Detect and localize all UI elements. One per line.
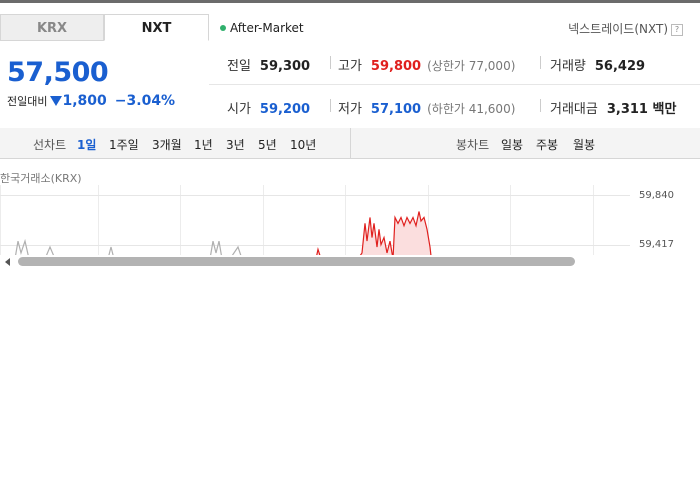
stat-amount: 거래대금 3,311 백만 bbox=[550, 98, 676, 117]
change-percent: −3.04% bbox=[114, 93, 176, 109]
candle-chart-label: 봉차트 bbox=[456, 138, 490, 152]
y-tick-label: 59,840 bbox=[639, 190, 674, 201]
tab-krx[interactable]: KRX bbox=[0, 14, 104, 41]
period-3y[interactable]: 3년 bbox=[226, 136, 245, 153]
chart-source-label: 한국거래소(KRX) bbox=[0, 172, 82, 185]
period-3m[interactable]: 3개월 bbox=[152, 136, 182, 153]
price-chart[interactable] bbox=[0, 185, 700, 255]
session-label: After-Market bbox=[230, 21, 304, 35]
stat-label: 시가 bbox=[227, 102, 251, 117]
stat-value: 59,800 bbox=[370, 59, 422, 74]
change-label: 전일대비 bbox=[7, 95, 48, 108]
lower-limit: (하한가 41,600) bbox=[427, 102, 516, 116]
period-1y[interactable]: 1년 bbox=[194, 136, 213, 153]
market-tabs: KRX NXT bbox=[0, 14, 209, 42]
stat-volume: 거래량 56,429 bbox=[550, 55, 645, 74]
current-price: 57,500 bbox=[7, 57, 109, 88]
divider bbox=[540, 99, 541, 112]
scroll-left-icon[interactable] bbox=[5, 258, 10, 266]
stat-open: 시가 59,200 bbox=[227, 98, 310, 117]
session-status: After-Market bbox=[220, 21, 304, 35]
price-change: 전일대비 1,800 −3.04% bbox=[7, 93, 175, 109]
help-icon[interactable]: ? bbox=[671, 24, 683, 36]
down-arrow-icon bbox=[50, 96, 63, 106]
upper-limit: (상한가 77,000) bbox=[427, 59, 516, 73]
period-5y[interactable]: 5년 bbox=[258, 136, 277, 153]
line-chart-label: 선차트 bbox=[33, 138, 67, 152]
period-10y[interactable]: 10년 bbox=[290, 136, 316, 153]
toolbar-divider bbox=[350, 128, 351, 158]
stat-value: 57,100 bbox=[370, 102, 422, 117]
chart-toolbar: 선차트 1일 1주일 3개월 1년 3년 5년 10년 봉차트 일봉 주봉 월봉 bbox=[0, 128, 700, 159]
divider bbox=[330, 56, 331, 69]
stats-divider bbox=[209, 84, 700, 85]
change-amount: 1,800 bbox=[62, 93, 107, 109]
stat-value: 56,429 bbox=[594, 59, 646, 74]
series-area bbox=[316, 211, 432, 255]
stat-label: 전일 bbox=[227, 59, 251, 74]
stat-high: 고가 59,800 (상한가 77,000) bbox=[338, 55, 515, 74]
y-tick-label: 59,417 bbox=[639, 239, 674, 250]
period-1d[interactable]: 1일 bbox=[77, 136, 96, 153]
stat-value: 59,200 bbox=[259, 102, 311, 117]
candle-monthly[interactable]: 월봉 bbox=[573, 136, 595, 153]
scrollbar-thumb[interactable] bbox=[18, 257, 575, 266]
divider bbox=[540, 56, 541, 69]
candle-daily[interactable]: 일봉 bbox=[501, 136, 523, 153]
top-border bbox=[0, 0, 700, 3]
divider bbox=[330, 99, 331, 112]
stat-label: 거래대금 bbox=[550, 102, 598, 117]
stat-value: 59,300 bbox=[259, 59, 311, 74]
stat-prev-close: 전일 59,300 bbox=[227, 55, 310, 74]
stat-label: 거래량 bbox=[550, 59, 586, 74]
stat-value: 3,311 백만 bbox=[606, 102, 677, 117]
status-dot-icon bbox=[220, 25, 226, 31]
candle-weekly[interactable]: 주봉 bbox=[536, 136, 558, 153]
exchange-label: 넥스트레이드(NXT) bbox=[568, 22, 668, 36]
tab-nxt[interactable]: NXT bbox=[104, 14, 209, 41]
stat-label: 저가 bbox=[338, 102, 362, 117]
stat-low: 저가 57,100 (하한가 41,600) bbox=[338, 98, 515, 117]
period-1w[interactable]: 1주일 bbox=[109, 136, 139, 153]
exchange-name: 넥스트레이드(NXT)? bbox=[568, 20, 683, 37]
stat-label: 고가 bbox=[338, 59, 362, 74]
